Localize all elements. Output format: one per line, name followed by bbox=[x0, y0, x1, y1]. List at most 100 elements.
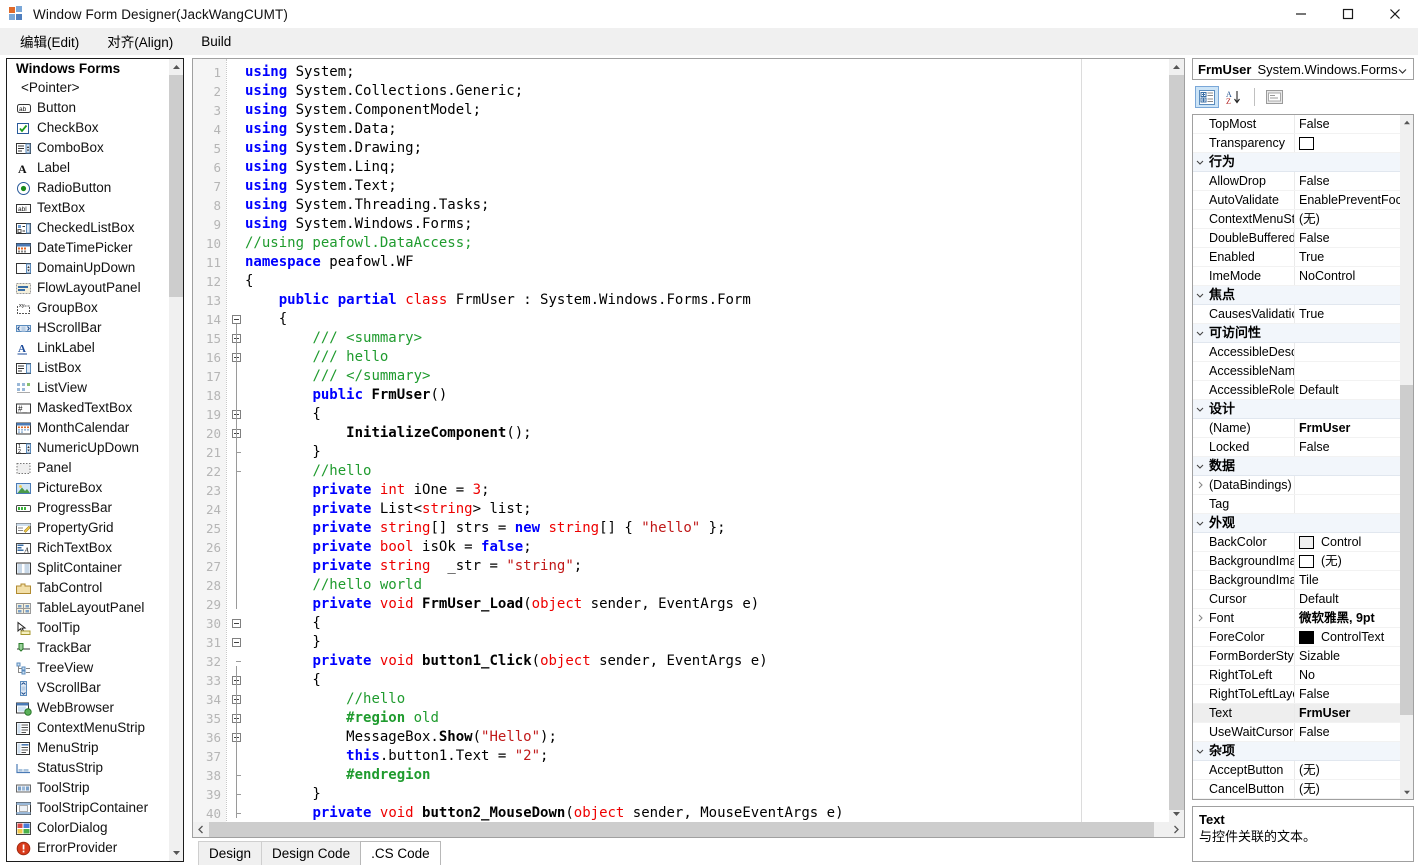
chevron-right-icon[interactable] bbox=[1193, 609, 1207, 627]
property-row-formborderstyle[interactable]: FormBorderStyle Sizable bbox=[1193, 647, 1400, 666]
code-line[interactable]: //using peafowl.DataAccess; bbox=[245, 234, 473, 253]
fold-collapse-icon[interactable] bbox=[232, 619, 241, 628]
toolbox-item-datetimepicker[interactable]: DateTimePicker bbox=[7, 238, 169, 258]
editor-horizontal-scrollbar[interactable] bbox=[193, 822, 1184, 837]
toolbox-item-combobox[interactable]: ComboBox bbox=[7, 138, 169, 158]
code-line[interactable]: private string[] strs = new string[] { "… bbox=[245, 519, 725, 538]
property-row-imemode[interactable]: ImeMode NoControl bbox=[1193, 267, 1400, 286]
toolbox-item-radiobutton[interactable]: RadioButton bbox=[7, 178, 169, 198]
code-line[interactable]: private string _str = "string"; bbox=[245, 557, 582, 576]
property-row-accessiblename[interactable]: AccessibleName bbox=[1193, 362, 1400, 381]
property-row-cursor[interactable]: Cursor Default bbox=[1193, 590, 1400, 609]
property-row-databindings[interactable]: (DataBindings) bbox=[1193, 476, 1400, 495]
toolbox-item-menustrip[interactable]: MenuStrip bbox=[7, 738, 169, 758]
fold-collapse-icon[interactable] bbox=[232, 638, 241, 647]
property-row-transparency[interactable]: Transparency bbox=[1193, 134, 1400, 153]
property-row-righttoleft[interactable]: RightToLeft No bbox=[1193, 666, 1400, 685]
toolbox-item-button[interactable]: ab Button bbox=[7, 98, 169, 118]
toolbox-item-tabcontrol[interactable]: TabControl bbox=[7, 578, 169, 598]
code-line[interactable]: //hello world bbox=[245, 576, 422, 595]
code-line[interactable]: { bbox=[245, 614, 320, 633]
code-line[interactable]: /// <summary> bbox=[245, 329, 422, 348]
property-value[interactable]: False bbox=[1295, 115, 1400, 133]
property-value[interactable]: (无) bbox=[1295, 210, 1400, 228]
property-category-数据[interactable]: 数据 bbox=[1193, 457, 1400, 476]
property-row-allowdrop[interactable]: AllowDrop False bbox=[1193, 172, 1400, 191]
toolbox-item-statusstrip[interactable]: StatusStrip bbox=[7, 758, 169, 778]
property-row-topmost[interactable]: TopMost False bbox=[1193, 115, 1400, 134]
property-value[interactable]: False bbox=[1295, 229, 1400, 247]
property-value[interactable]: (无) bbox=[1295, 780, 1400, 798]
scroll-down-icon[interactable] bbox=[1400, 785, 1413, 799]
toolbox-item-monthcalendar[interactable]: MonthCalendar bbox=[7, 418, 169, 438]
property-value[interactable]: NoControl bbox=[1295, 267, 1400, 285]
code-editor[interactable]: 1 2 3 4 5 6 7 8 9 10 11 12 13 14 15 16 17 18 19 20 21 22 23 24 2… bbox=[192, 58, 1185, 838]
toolbox-item-contextmenustrip[interactable]: ContextMenuStrip bbox=[7, 718, 169, 738]
property-row-locked[interactable]: Locked False bbox=[1193, 438, 1400, 457]
scroll-down-icon[interactable] bbox=[1169, 806, 1184, 822]
toolbox-item-tooltip[interactable]: ToolTip bbox=[7, 618, 169, 638]
toolbox-item-checkedlistbox[interactable]: CheckedListBox bbox=[7, 218, 169, 238]
property-value[interactable] bbox=[1295, 362, 1400, 380]
editor-vertical-scrollbar[interactable] bbox=[1169, 59, 1184, 822]
maximize-icon[interactable] bbox=[1325, 0, 1371, 28]
property-row-forecolor[interactable]: ForeColor ControlText bbox=[1193, 628, 1400, 647]
property-value[interactable]: FrmUser bbox=[1295, 419, 1400, 437]
property-row-tag[interactable]: Tag bbox=[1193, 495, 1400, 514]
toolbox-item-label[interactable]: A Label bbox=[7, 158, 169, 178]
property-value[interactable] bbox=[1295, 476, 1400, 494]
property-category-外观[interactable]: 外观 bbox=[1193, 514, 1400, 533]
menu-item-align[interactable]: 对齐(Align) bbox=[97, 28, 183, 54]
toolbox-scroll-thumb[interactable] bbox=[169, 75, 183, 297]
toolbox-item-richtextbox[interactable]: A RichTextBox bbox=[7, 538, 169, 558]
code-line[interactable]: using System.Text; bbox=[245, 177, 397, 196]
code-line[interactable]: this.button1.Text = "2"; bbox=[245, 747, 548, 766]
property-value[interactable]: (无) bbox=[1295, 761, 1400, 779]
property-row-name[interactable]: (Name) FrmUser bbox=[1193, 419, 1400, 438]
code-line[interactable]: { bbox=[245, 310, 287, 329]
code-line[interactable]: { bbox=[245, 671, 320, 690]
property-value[interactable]: False bbox=[1295, 172, 1400, 190]
toolbox-item-splitcontainer[interactable]: SplitContainer bbox=[7, 558, 169, 578]
scroll-right-icon[interactable] bbox=[1168, 822, 1184, 837]
property-value[interactable]: (无) bbox=[1295, 552, 1400, 570]
scroll-down-icon[interactable] bbox=[169, 845, 183, 861]
code-line[interactable]: #region old bbox=[245, 709, 439, 728]
object-selector-combobox[interactable]: FrmUser System.Windows.Forms. bbox=[1192, 58, 1414, 80]
property-row-accessiblerole[interactable]: AccessibleRole Default bbox=[1193, 381, 1400, 400]
chevron-down-icon[interactable] bbox=[1193, 153, 1207, 171]
toolbox-item-progressbar[interactable]: ProgressBar bbox=[7, 498, 169, 518]
toolbox-item-domainupdown[interactable]: DomainUpDown bbox=[7, 258, 169, 278]
toolbox-item-listbox[interactable]: ListBox bbox=[7, 358, 169, 378]
toolbox-item-webbrowser[interactable]: WebBrowser bbox=[7, 698, 169, 718]
code-line[interactable]: namespace peafowl.WF bbox=[245, 253, 414, 272]
scroll-left-icon[interactable] bbox=[193, 822, 209, 837]
code-line[interactable]: MessageBox.Show("Hello"); bbox=[245, 728, 557, 747]
property-row-font[interactable]: Font 微软雅黑, 9pt bbox=[1193, 609, 1400, 628]
toolbox-item-toolstripcontainer[interactable]: ToolStripContainer bbox=[7, 798, 169, 818]
alphabetical-sort-icon[interactable]: A Z bbox=[1223, 86, 1247, 108]
code-line[interactable]: using System.Data; bbox=[245, 120, 397, 139]
property-value[interactable]: EnablePreventFocusChange bbox=[1295, 191, 1400, 209]
toolbox-item-picturebox[interactable]: PictureBox bbox=[7, 478, 169, 498]
tab-design-code[interactable]: Design Code bbox=[261, 841, 362, 865]
property-value[interactable] bbox=[1295, 343, 1400, 361]
property-value[interactable]: No bbox=[1295, 666, 1400, 684]
menu-item-build[interactable]: Build bbox=[191, 31, 241, 52]
property-value[interactable]: Default bbox=[1295, 590, 1400, 608]
property-row-doublebuffered[interactable]: DoubleBuffered False bbox=[1193, 229, 1400, 248]
toolbox-item-hscrollbar[interactable]: HScrollBar bbox=[7, 318, 169, 338]
property-value[interactable]: True bbox=[1295, 305, 1400, 323]
editor-hscroll-thumb[interactable] bbox=[209, 822, 1154, 837]
code-line[interactable]: private void FrmUser_Load(object sender,… bbox=[245, 595, 759, 614]
toolbox-item-groupbox[interactable]: xy GroupBox bbox=[7, 298, 169, 318]
code-line[interactable]: } bbox=[245, 785, 320, 804]
property-row-causesvalidation[interactable]: CausesValidation True bbox=[1193, 305, 1400, 324]
property-pages-icon[interactable] bbox=[1262, 86, 1286, 108]
toolbox-item-linklabel[interactable]: A LinkLabel bbox=[7, 338, 169, 358]
chevron-down-icon[interactable] bbox=[1193, 286, 1207, 304]
property-value[interactable] bbox=[1295, 495, 1400, 513]
property-grid-scroll-thumb[interactable] bbox=[1400, 385, 1413, 715]
code-line[interactable]: using System.ComponentModel; bbox=[245, 101, 481, 120]
code-line[interactable]: using System; bbox=[245, 63, 355, 82]
